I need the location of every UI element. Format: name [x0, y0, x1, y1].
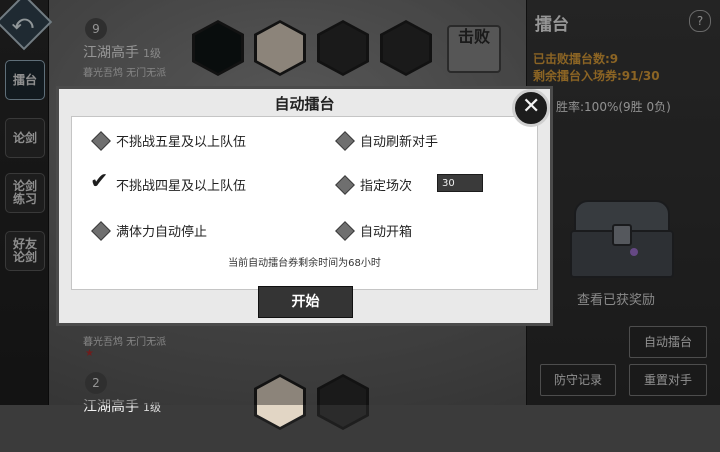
- rounds-input[interactable]: 30: [437, 174, 483, 192]
- diamond-icon: [335, 221, 355, 241]
- checkmark-icon: ✔: [90, 169, 109, 194]
- diamond-icon: [91, 131, 111, 151]
- remaining-time-text: 当前自动擂台券剩余时间为68小时: [228, 258, 381, 269]
- close-icon: ✕: [522, 94, 541, 119]
- close-button[interactable]: ✕: [512, 89, 550, 127]
- diamond-icon: [91, 221, 111, 241]
- start-button[interactable]: 开始: [258, 286, 353, 318]
- dialog-title: 自动擂台: [274, 95, 335, 113]
- diamond-icon: [335, 175, 355, 195]
- diamond-icon: [335, 131, 355, 151]
